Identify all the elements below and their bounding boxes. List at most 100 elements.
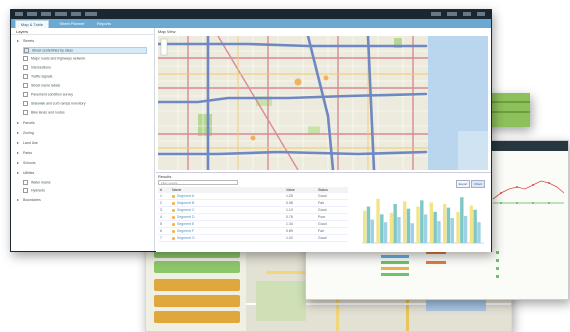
chart-bar (460, 197, 464, 243)
checkbox[interactable] (24, 48, 29, 53)
tab-sheet-planner[interactable]: Sheet Planner (55, 20, 89, 28)
chart-bar (443, 204, 447, 243)
chart-bar (423, 214, 428, 243)
top-menu-bar (11, 10, 491, 19)
chart-bar (403, 201, 407, 243)
tree-item-label: Pavement condition survey (31, 92, 74, 97)
table-row[interactable]: 1 Segment A 1.25 Good (158, 193, 348, 200)
checkbox[interactable] (23, 101, 28, 106)
table-row[interactable]: 6 Segment F 0.89 Fair (158, 228, 348, 235)
street-map[interactable] (158, 36, 488, 170)
expand-arrow-icon[interactable] (17, 142, 19, 145)
tree-item[interactable]: Intersections (23, 65, 51, 70)
chart-bar (393, 204, 397, 243)
tree-item[interactable]: Bike lanes and routes (23, 110, 65, 115)
tree-item[interactable]: Sidewalk and curb ramps inventory (23, 101, 85, 106)
chart-bar (370, 219, 374, 243)
tree-item-label: Boundaries (23, 198, 41, 202)
tree-item[interactable]: Schools (17, 161, 35, 166)
tree-item[interactable]: Streets (17, 39, 34, 44)
tree-item-label: Streets (23, 39, 35, 43)
chart-bar (469, 205, 474, 243)
checkbox[interactable] (23, 56, 28, 61)
tree-item[interactable]: Hydrants (23, 188, 45, 193)
tree-item[interactable]: Street name labels (23, 83, 60, 88)
tree-item-label: Land Use (23, 141, 38, 145)
row-marker-icon (172, 229, 175, 233)
expand-arrow-icon[interactable] (17, 122, 19, 125)
chart-bar (477, 222, 481, 243)
tree-item-label: Schools (23, 161, 36, 165)
menu-item[interactable] (431, 12, 441, 16)
menu-item[interactable] (55, 12, 67, 16)
chart-bar (406, 208, 411, 243)
tree-item[interactable]: Water mains (23, 180, 51, 185)
expand-arrow-icon[interactable] (17, 162, 19, 165)
chart-bar (366, 206, 371, 243)
expand-arrow-icon[interactable] (17, 40, 19, 43)
tree-item[interactable]: Traffic signals (23, 74, 52, 79)
checkbox[interactable] (23, 180, 28, 185)
tree-item-label: Bike lanes and routes (31, 110, 65, 115)
tree-item[interactable]: Boundaries (17, 198, 41, 203)
background-line-chart (492, 180, 565, 204)
tree-item[interactable]: Parks (17, 151, 32, 156)
chart-bar (410, 223, 414, 243)
results-title: Results (158, 174, 172, 179)
tree-item-label: Water mains (31, 180, 51, 185)
chart-bar (389, 212, 394, 243)
tree-item[interactable]: Major roads and highways network (23, 56, 85, 61)
chart-bar (429, 202, 434, 243)
table-row[interactable]: 4 Segment D 0.76 Poor (158, 214, 348, 221)
tree-item-label: Zoning (23, 131, 34, 135)
expand-arrow-icon[interactable] (17, 152, 19, 155)
checkbox[interactable] (23, 65, 28, 70)
tree-item[interactable]: Parcels (17, 121, 35, 126)
checkbox[interactable] (23, 110, 28, 115)
tree-item[interactable]: Land Use (17, 141, 38, 146)
background-orange-button (154, 295, 240, 307)
expand-arrow-icon[interactable] (17, 172, 19, 175)
table-row[interactable]: 5 Segment E 1.34 Good (158, 221, 348, 228)
chart-bar (437, 221, 441, 243)
chart-bar (433, 211, 437, 243)
checkbox[interactable] (23, 188, 28, 193)
tab-bar: Map & Table Sheet Planner Reports (11, 19, 491, 29)
expand-arrow-icon[interactable] (17, 199, 19, 202)
menu-item[interactable] (477, 12, 485, 16)
tree-item-selected[interactable]: Street centerlines by class (23, 47, 147, 55)
background-orange-button (154, 279, 240, 291)
chart-bar (383, 222, 388, 243)
menu-item[interactable] (27, 12, 37, 16)
table-row[interactable]: 2 Segment B 0.98 Fair (158, 200, 348, 207)
results-bar-chart (362, 197, 484, 244)
checkbox[interactable] (23, 92, 28, 97)
menu-item[interactable] (463, 12, 471, 16)
chart-bar (456, 211, 460, 243)
table-row[interactable]: 7 Segment G 1.02 Good (158, 235, 348, 242)
results-panel: Results Filter results Export Chart # Na… (156, 172, 491, 252)
tree-item-label: Major roads and highways network (31, 56, 86, 61)
chart-bar (397, 217, 401, 243)
menu-item[interactable] (15, 12, 23, 16)
menu-item[interactable] (71, 12, 81, 16)
zoom-control (160, 38, 168, 56)
filter-input[interactable]: Filter results (158, 180, 238, 185)
checkbox[interactable] (23, 74, 28, 79)
menu-item[interactable] (85, 12, 97, 16)
table-row[interactable]: 3 Segment C 1.10 Good (158, 207, 348, 214)
chart-bar (420, 200, 424, 243)
checkbox[interactable] (23, 83, 28, 88)
row-marker-icon (172, 236, 175, 240)
tree-item[interactable]: Zoning (17, 131, 34, 136)
tree-item-label: Intersections (31, 65, 51, 70)
tree-item[interactable]: Pavement condition survey (23, 92, 73, 97)
tab-reports[interactable]: Reports (93, 20, 115, 28)
menu-item[interactable] (41, 12, 51, 16)
row-marker-icon (172, 222, 175, 226)
tree-item[interactable]: Utilities (17, 171, 34, 176)
expand-arrow-icon[interactable] (17, 132, 19, 135)
chart-bar (376, 198, 380, 243)
chart-bar (446, 207, 451, 243)
menu-item[interactable] (447, 12, 457, 16)
